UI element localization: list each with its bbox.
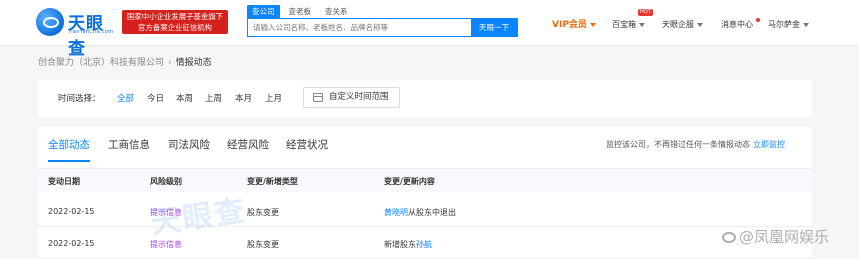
chevron-down-icon: [639, 22, 645, 27]
tab-business-info[interactable]: 工商信息: [108, 137, 150, 160]
time-option-this-month[interactable]: 本月: [235, 92, 252, 104]
content-text: 从股东中退出: [408, 208, 456, 217]
time-option-today[interactable]: 今日: [147, 92, 164, 104]
table-row: 2022-02-15 提示信息 股东变更 黄晓明从股东中退出: [38, 196, 812, 227]
row-date: 2022-02-15: [48, 239, 95, 248]
shareholder-link[interactable]: 黄晓明: [384, 208, 408, 217]
calendar-icon: [313, 93, 323, 102]
breadcrumb-company-link[interactable]: 创合聚力（北京）科技有限公司: [38, 58, 164, 68]
time-option-all[interactable]: 全部: [117, 92, 134, 104]
tab-operating-status[interactable]: 经营状况: [286, 137, 328, 160]
column-header-change-type: 变更/新增类型: [247, 177, 298, 186]
enterprise-service-menu[interactable]: 天眼企服: [662, 18, 703, 32]
tab-all-updates[interactable]: 全部动态: [48, 137, 90, 162]
row-change-type: 股东变更: [247, 208, 279, 217]
search-tab-relation[interactable]: 查关系: [320, 5, 353, 18]
row-change-content: 新增股东孙航: [384, 239, 432, 250]
user-name: 马尔萨金: [768, 20, 800, 29]
logo-subtext: TianYanCha.com: [68, 29, 114, 35]
table-row: 2022-02-15 提示信息 股东变更 新增股东孙航: [38, 228, 812, 259]
search-input[interactable]: [248, 19, 472, 36]
monitor-now-link[interactable]: 立即监控: [753, 140, 785, 149]
time-option-last-week[interactable]: 上周: [205, 92, 222, 104]
row-change-content: 黄晓明从股东中退出: [384, 207, 456, 218]
breadcrumb-separator: ›: [168, 58, 172, 68]
user-menu[interactable]: 马尔萨金: [768, 18, 809, 32]
tab-judicial-risk[interactable]: 司法风险: [168, 137, 210, 160]
treasure-box-menu[interactable]: 百宝箱: [612, 18, 645, 32]
search-tab-boss[interactable]: 查老板: [284, 5, 317, 18]
content-prefix: 新增股东: [384, 240, 416, 249]
search-box: 天眼一下: [247, 18, 518, 37]
monitor-prompt: 监控该公司，不再错过任何一条情报动态 立即监控: [606, 139, 785, 150]
weibo-watermark-text: @凤凰网娱乐: [739, 228, 830, 246]
message-label: 消息中心: [721, 20, 753, 29]
vip-label: VIP会员: [552, 20, 587, 30]
row-date: 2022-02-15: [48, 207, 95, 216]
breadcrumb-current: 情报动态: [175, 58, 212, 68]
custom-date-range-button[interactable]: 自定义时间范围: [303, 87, 400, 108]
weibo-watermark: @凤凰网娱乐: [722, 226, 829, 247]
search-tab-company[interactable]: 查公司: [247, 5, 280, 18]
chevron-down-icon: [803, 22, 809, 27]
column-header-date: 变动日期: [48, 177, 80, 186]
chevron-down-icon: [697, 22, 703, 27]
row-risk-level: 提示信息: [150, 240, 182, 249]
time-option-last-month[interactable]: 上月: [265, 92, 282, 104]
hot-badge: HOT: [638, 9, 653, 16]
row-risk-level: 提示信息: [150, 208, 182, 217]
breadcrumb: 创合聚力（北京）科技有限公司 › 情报动态: [38, 55, 212, 68]
table-header: 变动日期 风险级别 变更/新增类型 变更/更新内容: [38, 168, 812, 192]
chevron-down-icon: [589, 22, 596, 27]
unread-dot: [756, 18, 760, 22]
message-center-link[interactable]: 消息中心: [721, 18, 753, 32]
time-option-this-week[interactable]: 本周: [176, 92, 193, 104]
enterprise-label: 天眼企服: [662, 20, 694, 29]
top-header: 天眼查 TianYanCha.com 国家中小企业发展子基金旗下 官方备案企业征…: [0, 0, 859, 59]
tab-operational-risk[interactable]: 经营风险: [227, 137, 269, 160]
time-filter-label: 时间选择：: [58, 94, 101, 104]
column-header-risk-level: 风险级别: [150, 177, 182, 186]
search-type-tabs: 查公司 查老板 查关系: [247, 5, 357, 18]
eye-logo-icon: [36, 8, 64, 36]
custom-range-label: 自定义时间范围: [329, 92, 389, 102]
tianyancha-logo[interactable]: 天眼查 TianYanCha.com: [36, 8, 116, 59]
treasure-label: 百宝箱: [612, 20, 636, 29]
monitor-text: 监控该公司，不再错过任何一条情报动态: [606, 140, 750, 149]
shareholder-link[interactable]: 孙航: [416, 240, 432, 249]
vip-menu[interactable]: VIP会员: [552, 18, 596, 32]
time-filter-bar: 时间选择： 全部 今日 本周 上周 本月 上月 自定义时间范围: [38, 80, 812, 117]
search-button[interactable]: 天眼一下: [471, 19, 517, 36]
gov-fund-badge: 国家中小企业发展子基金旗下 官方备案企业征信机构: [122, 10, 228, 34]
column-header-change-content: 变更/更新内容: [384, 177, 435, 186]
row-change-type: 股东变更: [247, 240, 279, 249]
intelligence-panel: 全部动态 工商信息 司法风险 经营风险 经营状况 监控该公司，不再错过任何一条情…: [38, 127, 812, 259]
weibo-icon: [722, 232, 736, 243]
